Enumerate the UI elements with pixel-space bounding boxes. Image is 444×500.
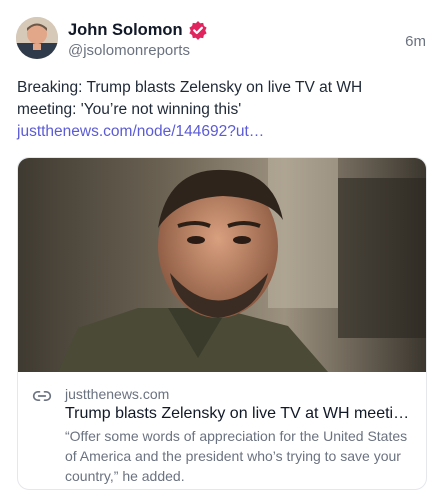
link-icon (32, 386, 52, 406)
author-name[interactable]: John Solomon (68, 20, 208, 40)
post-link[interactable]: justthenews.com/node/144692?ut… (17, 123, 264, 140)
card-title[interactable]: Trump blasts Zelensky on live TV at WH m… (65, 404, 415, 424)
avatar[interactable] (16, 17, 58, 59)
author-handle[interactable]: @jsolomonreports (68, 42, 190, 60)
post-timestamp[interactable]: 6m (405, 33, 426, 51)
verified-badge-icon (188, 20, 208, 40)
preview-image (18, 158, 426, 372)
post-text-body: Breaking: Trump blasts Zelensky on live … (17, 79, 363, 118)
link-preview-card[interactable]: justthenews.com Trump blasts Zelensky on… (17, 157, 427, 490)
post: John Solomon @jsolomonreports 6m Breakin… (0, 0, 444, 500)
card-domain: justthenews.com (65, 386, 170, 402)
author-name-text: John Solomon (68, 21, 183, 39)
post-text: Breaking: Trump blasts Zelensky on live … (17, 77, 422, 143)
avatar-photo (16, 17, 58, 59)
link-card-body: justthenews.com Trump blasts Zelensky on… (18, 372, 426, 489)
card-description: “Offer some words of appreciation for th… (65, 428, 408, 484)
